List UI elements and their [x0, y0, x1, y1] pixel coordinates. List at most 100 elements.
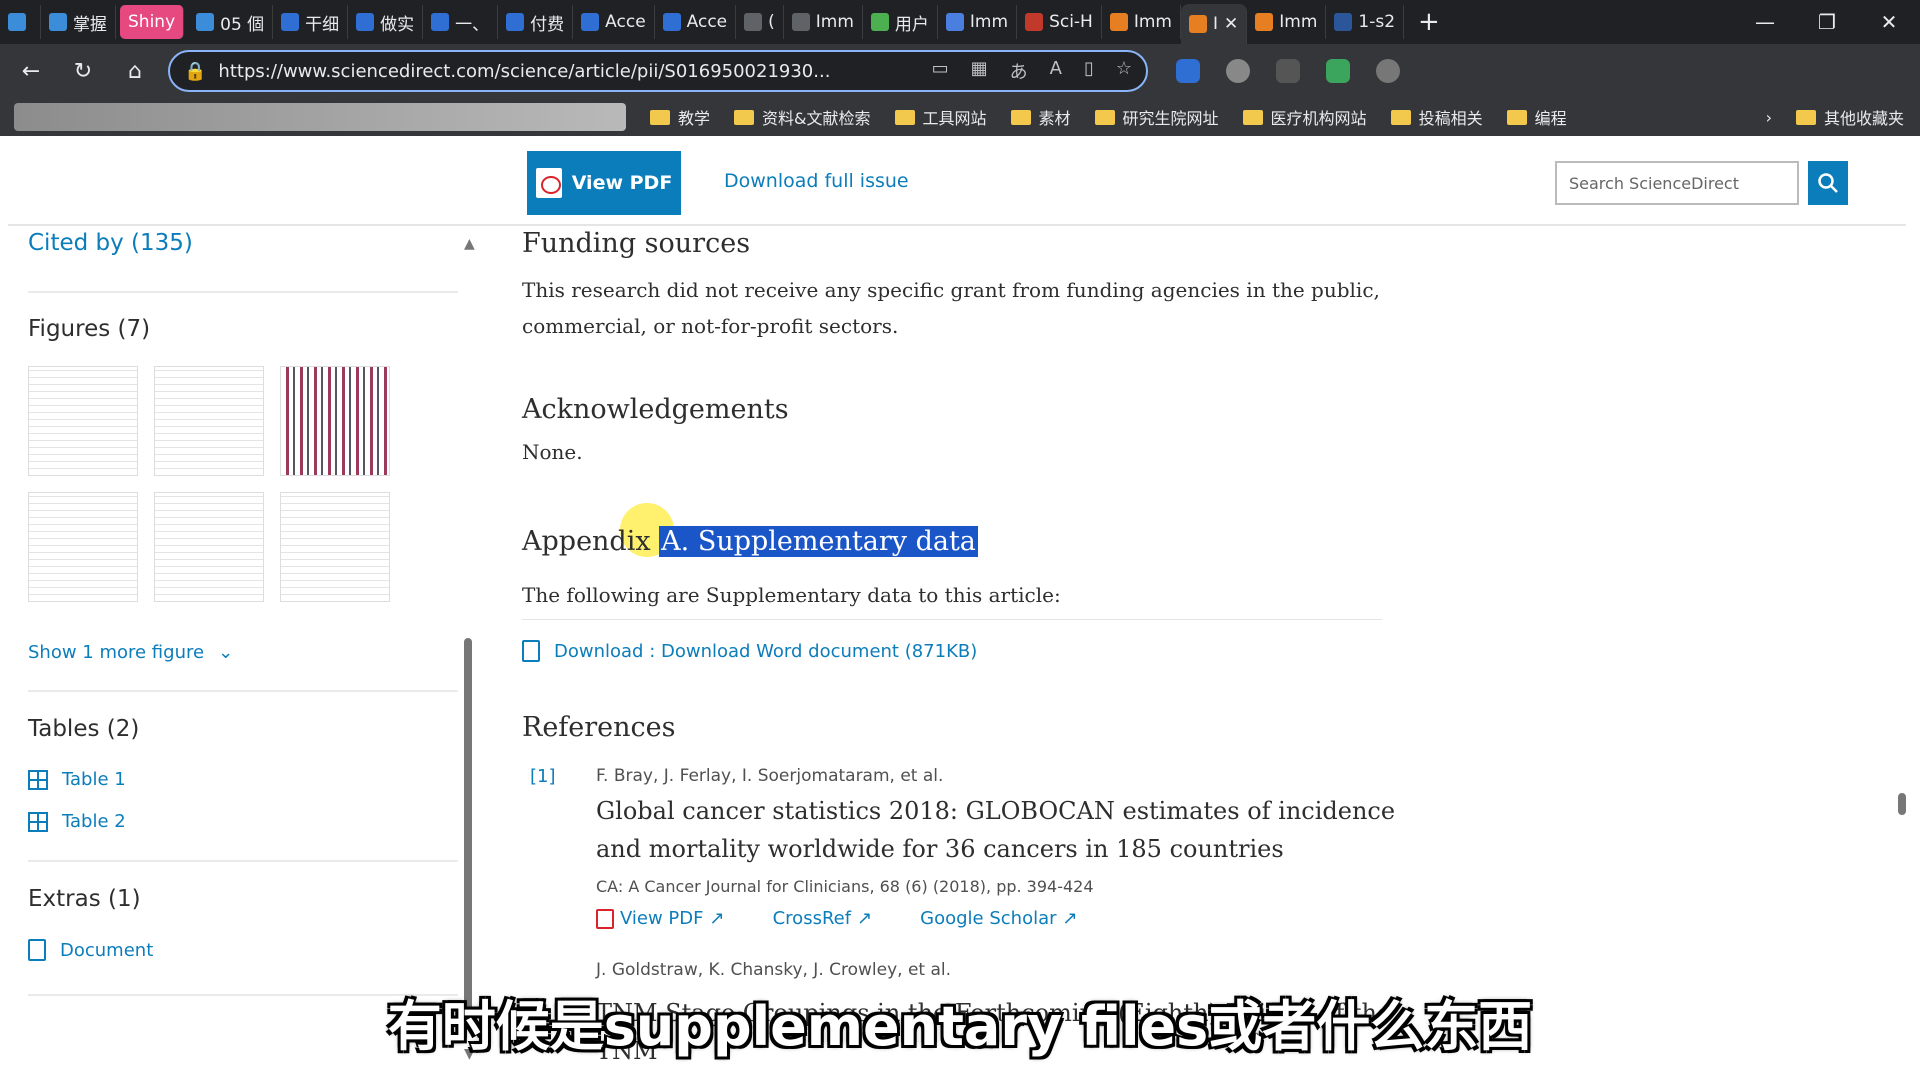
tab-label: 一、 — [455, 14, 490, 35]
figure-thumbnail[interactable] — [154, 492, 264, 602]
table-link[interactable]: Table 2 — [28, 811, 126, 832]
ref-view-pdf-link[interactable]: View PDF ↗ — [596, 908, 725, 929]
apps-icon[interactable]: ▦ — [971, 58, 988, 84]
tab-favicon-icon — [945, 13, 964, 31]
bookmark-folder[interactable]: 素材 — [1010, 105, 1071, 129]
browser-tab[interactable]: 一、 — [423, 5, 499, 39]
browser-tab[interactable]: 用户 — [863, 5, 938, 39]
browser-tab[interactable]: 付费 — [498, 5, 574, 39]
browser-tab[interactable]: 05 個 — [188, 5, 274, 39]
bookmark-folder[interactable]: 资料&文献检索 — [734, 105, 871, 129]
read-aloud-icon[interactable]: A — [1050, 58, 1062, 84]
browser-tab[interactable]: 掌握 — [41, 5, 116, 39]
bookmark-folder[interactable]: 投稿相关 — [1390, 105, 1483, 129]
other-bookmarks[interactable]: 其他收藏夹 — [1795, 105, 1904, 129]
tab-favicon-icon — [581, 13, 600, 31]
extension-icon[interactable] — [1176, 59, 1200, 83]
bookmarks-bar: 教学 资料&文献检索 工具网站 素材 研究生院网址 医疗机构网站 投稿相关 编程 › 其他收藏夹 — [0, 98, 1920, 136]
reference-authors: F. Bray, J. Ferlay, I. Soerjomataram, et… — [596, 766, 944, 786]
view-pdf-button[interactable]: View PDF — [527, 151, 681, 215]
minimize-icon[interactable]: — — [1734, 10, 1796, 34]
puzzle-icon[interactable] — [1376, 59, 1400, 83]
home-icon[interactable]: ⌂ — [116, 52, 154, 90]
tab-favicon-icon — [1188, 15, 1207, 33]
download-supplementary-link[interactable]: Download : Download Word document (871KB… — [522, 640, 977, 662]
bookmark-folder[interactable]: 编程 — [1506, 105, 1567, 129]
browser-tab[interactable]: Shiny — [120, 5, 185, 39]
link-label: CrossRef — [772, 908, 852, 929]
tab-favicon-icon — [356, 13, 375, 31]
browser-tab[interactable]: Sci-H — [1017, 5, 1102, 39]
funding-heading: Funding sources — [522, 228, 751, 259]
browser-tab[interactable]: 做实 — [348, 5, 424, 39]
browser-tab[interactable]: Acce — [573, 5, 655, 39]
sidebar-scrollbar-thumb[interactable] — [464, 638, 472, 1028]
lock-icon: 🔒 — [184, 60, 207, 82]
folder-icon — [1795, 109, 1816, 125]
browser-tab[interactable]: ( — [736, 5, 784, 39]
document-label: Document — [60, 939, 154, 961]
browser-tab[interactable] — [0, 5, 41, 39]
browser-tab[interactable]: Imm — [938, 5, 1018, 39]
reference-number[interactable]: [1] — [530, 766, 556, 787]
close-tab-icon[interactable]: ✕ — [1224, 14, 1238, 34]
bookmarks-overflow-icon[interactable]: › — [1766, 108, 1772, 127]
address-bar[interactable]: 🔒 https://www.sciencedirect.com/science/… — [168, 50, 1148, 92]
show-more-figures-link[interactable]: Show 1 more figure ⌄ — [28, 642, 233, 663]
bookmark-folder[interactable]: 工具网站 — [894, 105, 987, 129]
tab-favicon-icon — [431, 13, 450, 31]
download-issue-link[interactable]: Download full issue — [724, 170, 909, 192]
extension-icon[interactable] — [1276, 59, 1300, 83]
bookmark-folder[interactable]: 医疗机构网站 — [1242, 105, 1367, 129]
figure-thumbnail[interactable] — [28, 492, 138, 602]
article-outline-sidebar: Cited by (135) ▲ Figures (7) Show 1 more… — [8, 226, 478, 1073]
folder-icon — [1390, 109, 1411, 125]
browser-tab[interactable]: Imm — [1247, 5, 1327, 39]
folder-icon — [734, 109, 755, 125]
browser-tab[interactable]: 干细 — [273, 5, 349, 39]
browser-tab[interactable]: Imm — [784, 5, 863, 39]
restore-icon[interactable]: ❐ — [1796, 10, 1858, 34]
browser-tab[interactable]: Acce — [655, 5, 737, 39]
tab-label: Imm — [1133, 12, 1172, 32]
funding-text: This research did not receive any specif… — [522, 278, 1380, 338]
tab-favicon-icon — [744, 13, 763, 31]
page-scrollbar[interactable] — [1898, 143, 1906, 1073]
scroll-up-icon[interactable]: ▲ — [464, 236, 475, 252]
link-label: View PDF — [620, 908, 704, 929]
shield-extension-icon[interactable] — [1326, 59, 1350, 83]
bookmark-folder[interactable]: 研究生院网址 — [1094, 105, 1219, 129]
bookmark-label: 投稿相关 — [1418, 109, 1483, 128]
browser-tab[interactable]: Imm — [1102, 5, 1181, 39]
extension-icon[interactable] — [1226, 59, 1250, 83]
figure-thumbnail[interactable] — [28, 366, 138, 476]
crossref-link[interactable]: CrossRef ↗ — [773, 908, 873, 929]
google-scholar-link[interactable]: Google Scholar ↗ — [920, 908, 1077, 929]
back-icon[interactable]: ← — [12, 52, 50, 90]
article-header: View PDF Download full issue Search Scie… — [8, 143, 1906, 226]
tab-label: Acce — [605, 12, 646, 32]
page-scrollbar-thumb[interactable] — [1898, 793, 1906, 815]
tab-label: Imm — [1279, 12, 1318, 32]
translate-icon[interactable]: あ — [1010, 58, 1028, 84]
table-icon — [28, 811, 48, 832]
new-tab-button[interactable]: + — [1404, 7, 1454, 37]
figure-thumbnail[interactable] — [280, 492, 390, 602]
figure-thumbnail[interactable] — [280, 366, 390, 476]
table-label: Table 2 — [62, 811, 126, 832]
cited-by-link[interactable]: Cited by (135) — [28, 230, 193, 256]
search-button[interactable] — [1808, 161, 1848, 205]
figure-thumbnail[interactable] — [154, 366, 264, 476]
table-link[interactable]: Table 1 — [28, 769, 126, 790]
browser-tab[interactable]: I ✕ — [1180, 4, 1248, 44]
acknowledgements-text: None. — [522, 440, 583, 464]
close-window-icon[interactable]: ✕ — [1858, 10, 1920, 34]
reader-icon[interactable]: ▯ — [1084, 58, 1094, 84]
reload-icon[interactable]: ↻ — [64, 52, 102, 90]
favorite-icon[interactable]: ☆ — [1116, 58, 1132, 84]
search-input[interactable]: Search ScienceDirect — [1555, 161, 1799, 205]
browser-tab[interactable]: 1-s2 — [1326, 5, 1405, 39]
screen-icon[interactable]: ▭ — [932, 58, 949, 84]
bookmark-folder[interactable]: 教学 — [650, 105, 710, 129]
document-link[interactable]: Document — [28, 939, 153, 961]
